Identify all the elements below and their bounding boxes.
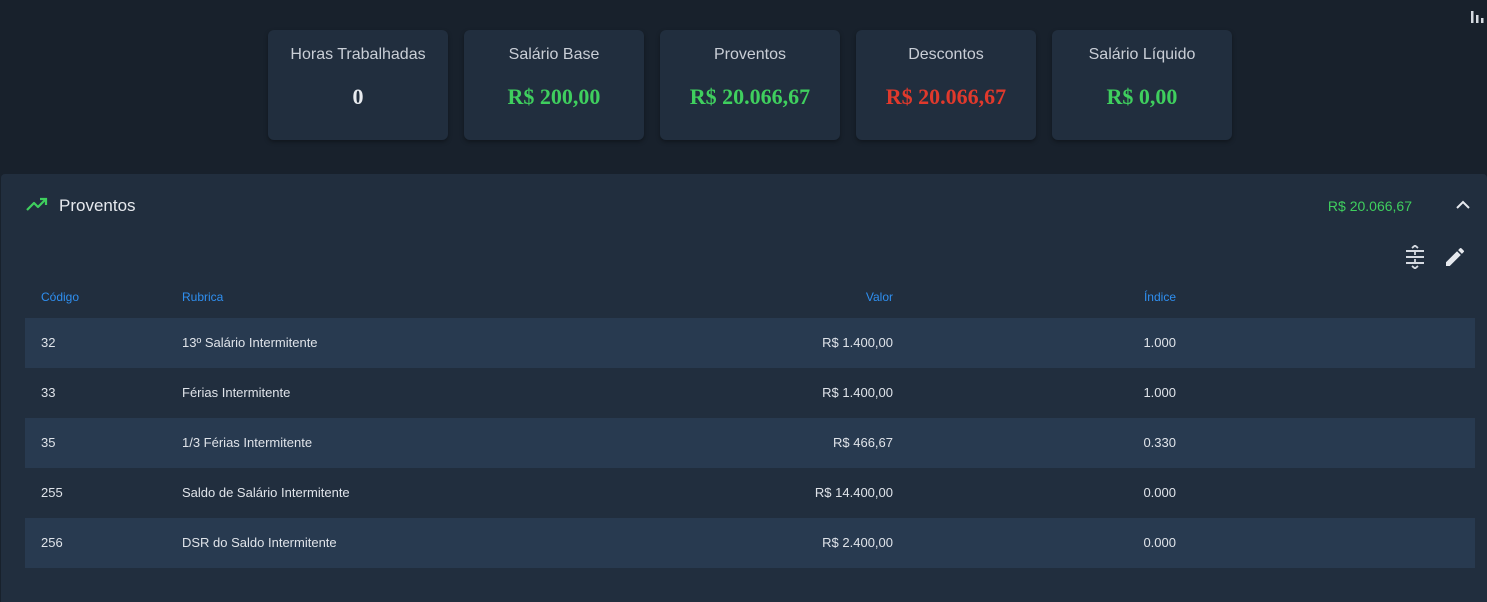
cell-value: R$ 14.400,00 bbox=[814, 485, 893, 500]
cell-code: 35 bbox=[41, 435, 56, 450]
panel-total: R$ 20.066,67 bbox=[1327, 198, 1412, 214]
cell-name: DSR do Saldo Intermitente bbox=[182, 535, 337, 550]
summary-cards: Horas Trabalhadas 0 Salário Base R$ 200,… bbox=[268, 30, 1232, 140]
cell-value: R$ 1.400,00 bbox=[822, 335, 893, 350]
cell-name: 13º Salário Intermitente bbox=[182, 335, 318, 350]
cell-name: Saldo de Salário Intermitente bbox=[182, 485, 350, 500]
row-density-icon[interactable] bbox=[1403, 245, 1427, 269]
table-row[interactable]: 33 Férias Intermitente R$ 1.400,00 1.000 bbox=[25, 368, 1475, 418]
card-hours: Horas Trabalhadas 0 bbox=[268, 30, 448, 140]
table-row[interactable]: 255 Saldo de Salário Intermitente R$ 14.… bbox=[25, 468, 1475, 518]
cell-value: R$ 1.400,00 bbox=[822, 385, 893, 400]
card-base-salary: Salário Base R$ 200,00 bbox=[464, 30, 644, 140]
cell-code: 255 bbox=[41, 485, 63, 500]
card-deductions: Descontos R$ 20.066,67 bbox=[856, 30, 1036, 140]
column-header-code[interactable]: Código bbox=[41, 290, 79, 304]
earnings-table: Código Rubrica Valor Índice 32 13º Salár… bbox=[25, 274, 1475, 568]
card-earnings: Proventos R$ 20.066,67 bbox=[660, 30, 840, 140]
card-value: R$ 200,00 bbox=[507, 84, 601, 109]
table-row[interactable]: 32 13º Salário Intermitente R$ 1.400,00 … bbox=[25, 318, 1475, 368]
cell-index: 0.330 bbox=[1143, 435, 1176, 450]
cell-value: R$ 2.400,00 bbox=[822, 535, 893, 550]
cell-name: Férias Intermitente bbox=[182, 385, 291, 400]
card-value: R$ 20.066,67 bbox=[689, 84, 811, 109]
chevron-up-icon[interactable] bbox=[1454, 198, 1472, 212]
cell-index: 1.000 bbox=[1143, 335, 1176, 350]
column-header-index[interactable]: Índice bbox=[1144, 290, 1176, 304]
pencil-icon[interactable] bbox=[1443, 245, 1467, 269]
card-label: Descontos bbox=[908, 46, 984, 63]
panel-title: Proventos bbox=[59, 196, 136, 215]
cell-index: 0.000 bbox=[1143, 535, 1176, 550]
card-label: Proventos bbox=[713, 46, 787, 63]
cell-index: 0.000 bbox=[1143, 485, 1176, 500]
card-value: R$ 20.066,67 bbox=[885, 84, 1007, 109]
card-net-salary: Salário Líquido R$ 0,00 bbox=[1052, 30, 1232, 140]
cell-code: 256 bbox=[41, 535, 63, 550]
cell-name: 1/3 Férias Intermitente bbox=[182, 435, 313, 450]
card-label: Salário Líquido bbox=[1088, 46, 1196, 63]
panel-header[interactable]: Proventos R$ 20.066,67 bbox=[1, 174, 1487, 236]
earnings-panel: Proventos R$ 20.066,67 Código Rubrica Va… bbox=[1, 174, 1487, 602]
cell-value: R$ 466,67 bbox=[833, 435, 893, 450]
table-row[interactable]: 256 DSR do Saldo Intermitente R$ 2.400,0… bbox=[25, 518, 1475, 568]
card-value: 0 bbox=[352, 84, 364, 109]
table-header: Código Rubrica Valor Índice bbox=[25, 274, 1475, 318]
cell-index: 1.000 bbox=[1143, 385, 1176, 400]
column-header-value[interactable]: Valor bbox=[866, 290, 893, 304]
table-row[interactable]: 35 1/3 Férias Intermitente R$ 466,67 0.3… bbox=[25, 418, 1475, 468]
column-header-name[interactable]: Rubrica bbox=[182, 290, 223, 304]
card-label: Horas Trabalhadas bbox=[290, 46, 426, 63]
card-value: R$ 0,00 bbox=[1106, 84, 1178, 109]
cell-code: 33 bbox=[41, 385, 56, 400]
bar-chart-icon[interactable] bbox=[1471, 9, 1487, 23]
cell-code: 32 bbox=[41, 335, 56, 350]
card-label: Salário Base bbox=[508, 46, 600, 63]
trending-up-icon bbox=[26, 197, 48, 211]
